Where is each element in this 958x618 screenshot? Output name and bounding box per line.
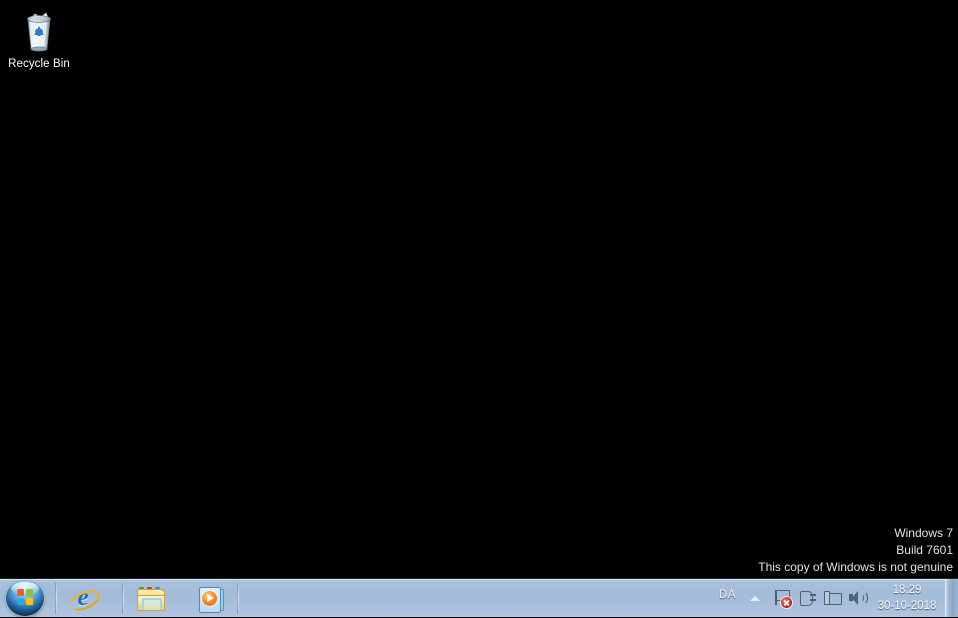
taskbar-separator	[55, 583, 57, 614]
watermark-line-genuine-notice: This copy of Windows is not genuine	[758, 560, 953, 574]
taskbar[interactable]: e DA 18:29 30-10-2018	[0, 578, 958, 617]
desktop-icon-label: Recycle Bin	[8, 58, 70, 70]
taskbar-separator	[122, 583, 124, 614]
chevron-up-icon[interactable]	[748, 591, 762, 603]
folder-icon	[136, 585, 165, 613]
watermark-line-build: Build 7601	[896, 543, 953, 557]
speaker-icon[interactable]	[848, 588, 868, 608]
windows-orb-icon	[6, 580, 44, 616]
clock-date: 30-10-2018	[877, 600, 937, 612]
watermark-line-windows-version: Windows 7	[894, 526, 953, 540]
windows-activation-watermark: Windows 7 Build 7601 This copy of Window…	[758, 525, 953, 576]
internet-explorer-icon: e	[66, 585, 104, 615]
desktop-icon-recycle-bin[interactable]: Recycle Bin	[0, 6, 78, 71]
taskbar-clock[interactable]: 18:29 30-10-2018	[871, 582, 943, 614]
show-desktop-button[interactable]	[945, 579, 958, 617]
recycle-bin-icon	[15, 6, 63, 54]
action-center-icon[interactable]	[773, 588, 793, 608]
taskbar-item-windows-media-player[interactable]	[190, 582, 232, 615]
clock-time: 18:29	[892, 584, 922, 596]
desktop[interactable]: Recycle Bin Windows 7 Build 7601 This co…	[0, 0, 958, 617]
taskbar-separator	[237, 583, 239, 614]
start-button[interactable]	[2, 578, 50, 618]
language-bar[interactable]: DA	[719, 589, 736, 601]
power-plug-icon[interactable]	[798, 588, 818, 608]
network-icon[interactable]	[823, 588, 843, 608]
taskbar-item-windows-explorer[interactable]	[129, 582, 171, 615]
taskbar-item-internet-explorer[interactable]: e	[62, 582, 104, 615]
media-player-icon	[197, 585, 225, 613]
windows-logo-icon	[17, 588, 34, 606]
